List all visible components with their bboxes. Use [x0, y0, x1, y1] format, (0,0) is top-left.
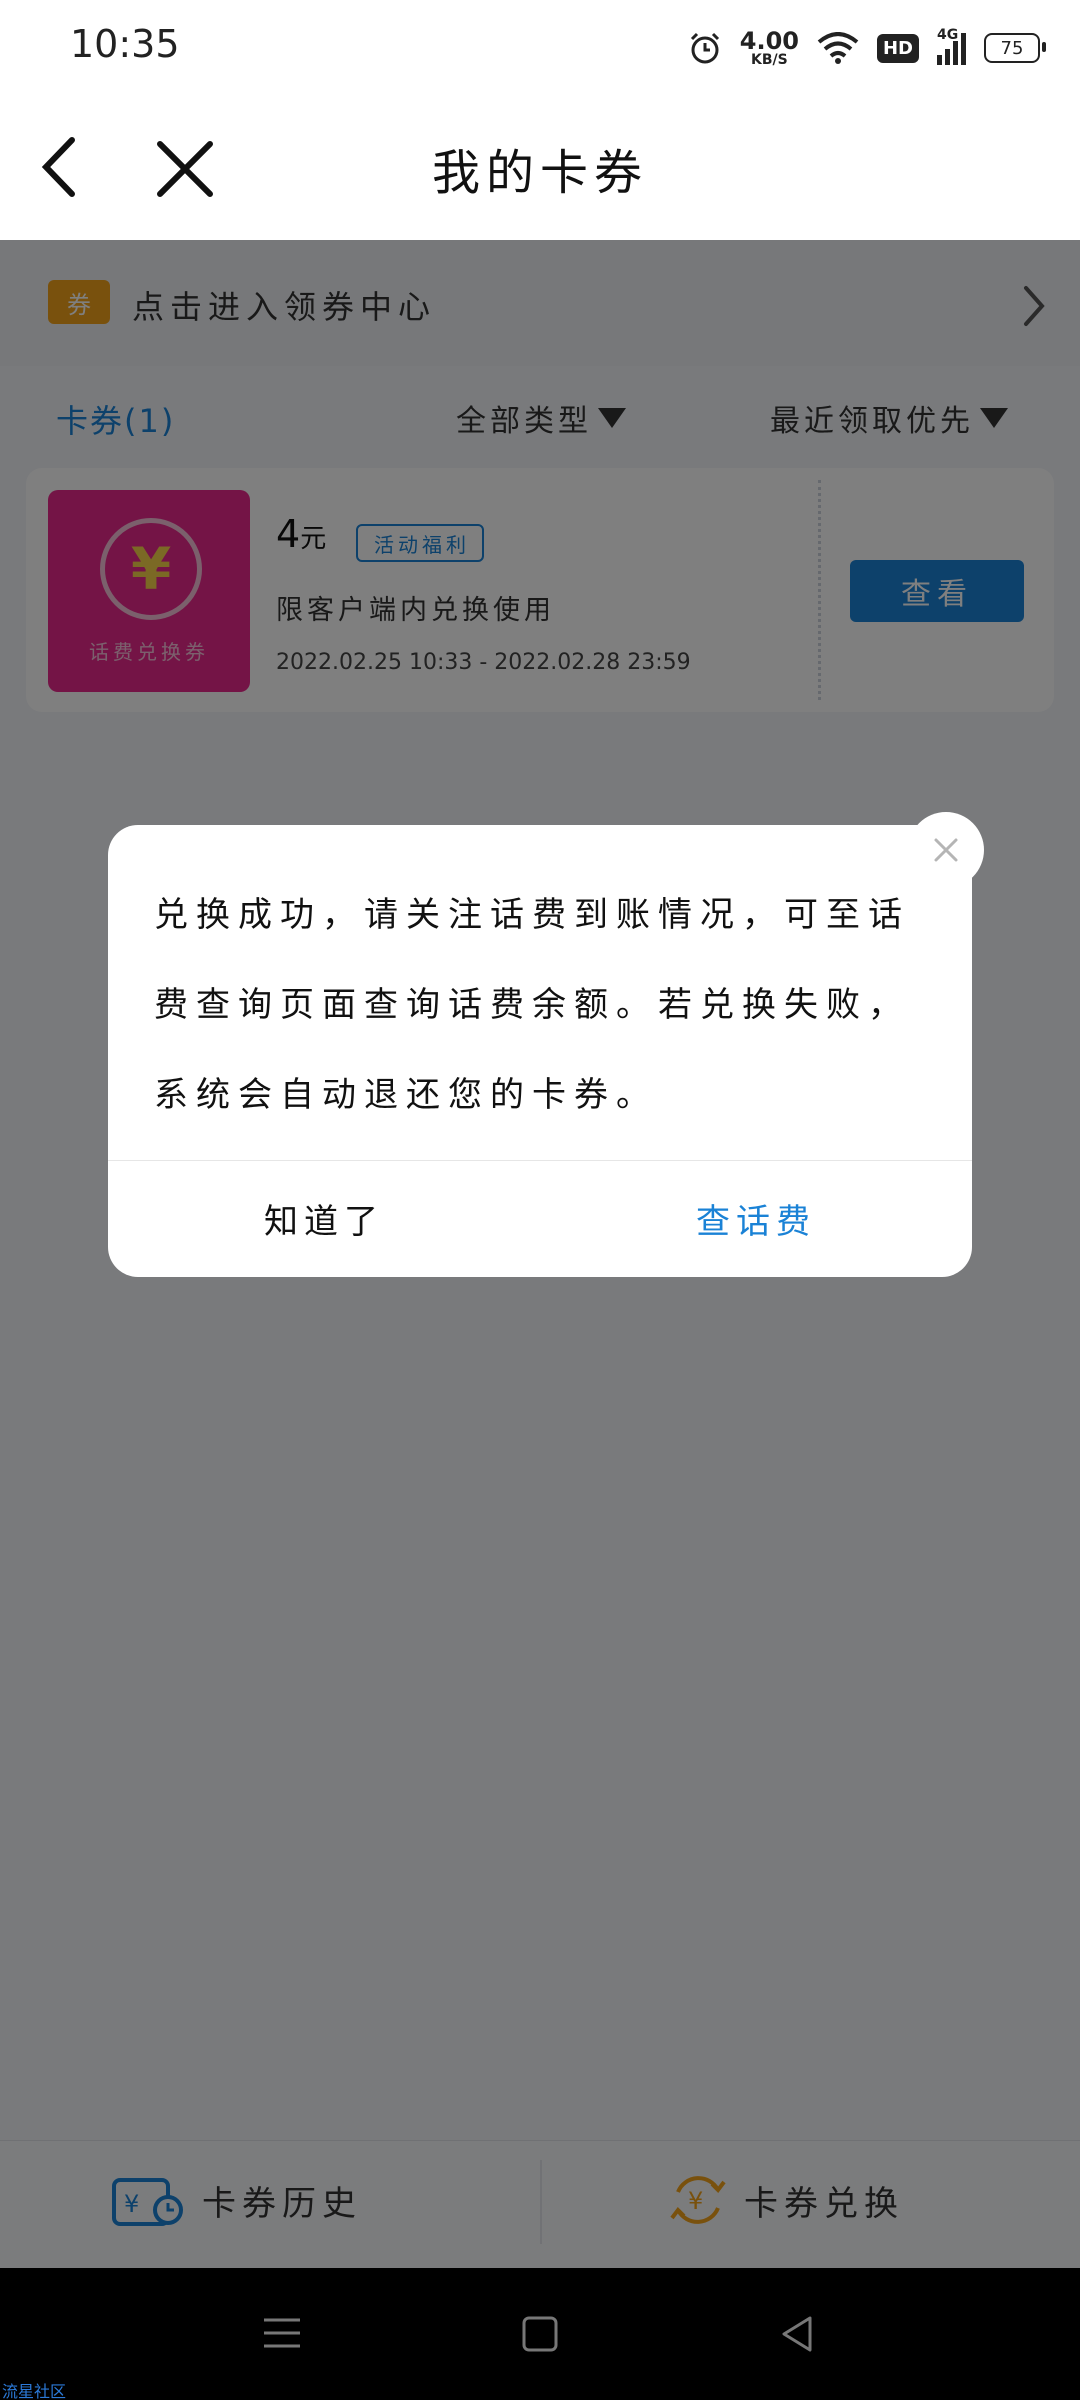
back-nav-button[interactable]	[768, 2306, 828, 2362]
back-arrow-icon	[41, 137, 75, 197]
back-triangle-icon	[782, 2316, 812, 2352]
network-speed: 4.00 KB/S	[740, 29, 799, 67]
menu-icon	[264, 2318, 300, 2348]
speed-value: 4.00	[739, 27, 799, 55]
home-nav-button[interactable]	[510, 2306, 570, 2362]
dialog-close-button[interactable]	[908, 812, 984, 888]
dialog-ok-button[interactable]: 知道了	[108, 1160, 540, 1277]
battery-icon: 75	[984, 33, 1046, 63]
dialog-check-balance-button[interactable]: 查话费	[540, 1160, 972, 1277]
alarm-icon	[690, 32, 719, 64]
close-page-button[interactable]	[148, 132, 222, 206]
header: 我的卡券	[0, 96, 1080, 240]
back-button[interactable]	[30, 132, 100, 202]
menu-nav-button[interactable]	[252, 2308, 312, 2358]
status-time: 10:35	[70, 22, 180, 66]
close-icon	[934, 838, 958, 862]
network-type: 4G	[937, 27, 959, 43]
system-nav-bar	[0, 2268, 1080, 2400]
watermark-text: 流星社区	[2, 2382, 67, 2401]
dialog-message: 兑换成功，请关注话费到账情况，可至话费查询页面查询话费余额。若兑换失败，系统会自…	[154, 895, 910, 1115]
home-square-icon	[522, 2316, 558, 2352]
hd-badge: HD	[876, 33, 919, 63]
signal-icon: 4G	[937, 27, 966, 65]
wifi-icon	[817, 32, 859, 64]
status-icons: 4.00 KB/S HD 4G 75	[688, 20, 1046, 76]
speed-unit: KB/S	[751, 52, 788, 68]
close-icon	[157, 141, 213, 197]
battery-level: 75	[1000, 37, 1024, 59]
